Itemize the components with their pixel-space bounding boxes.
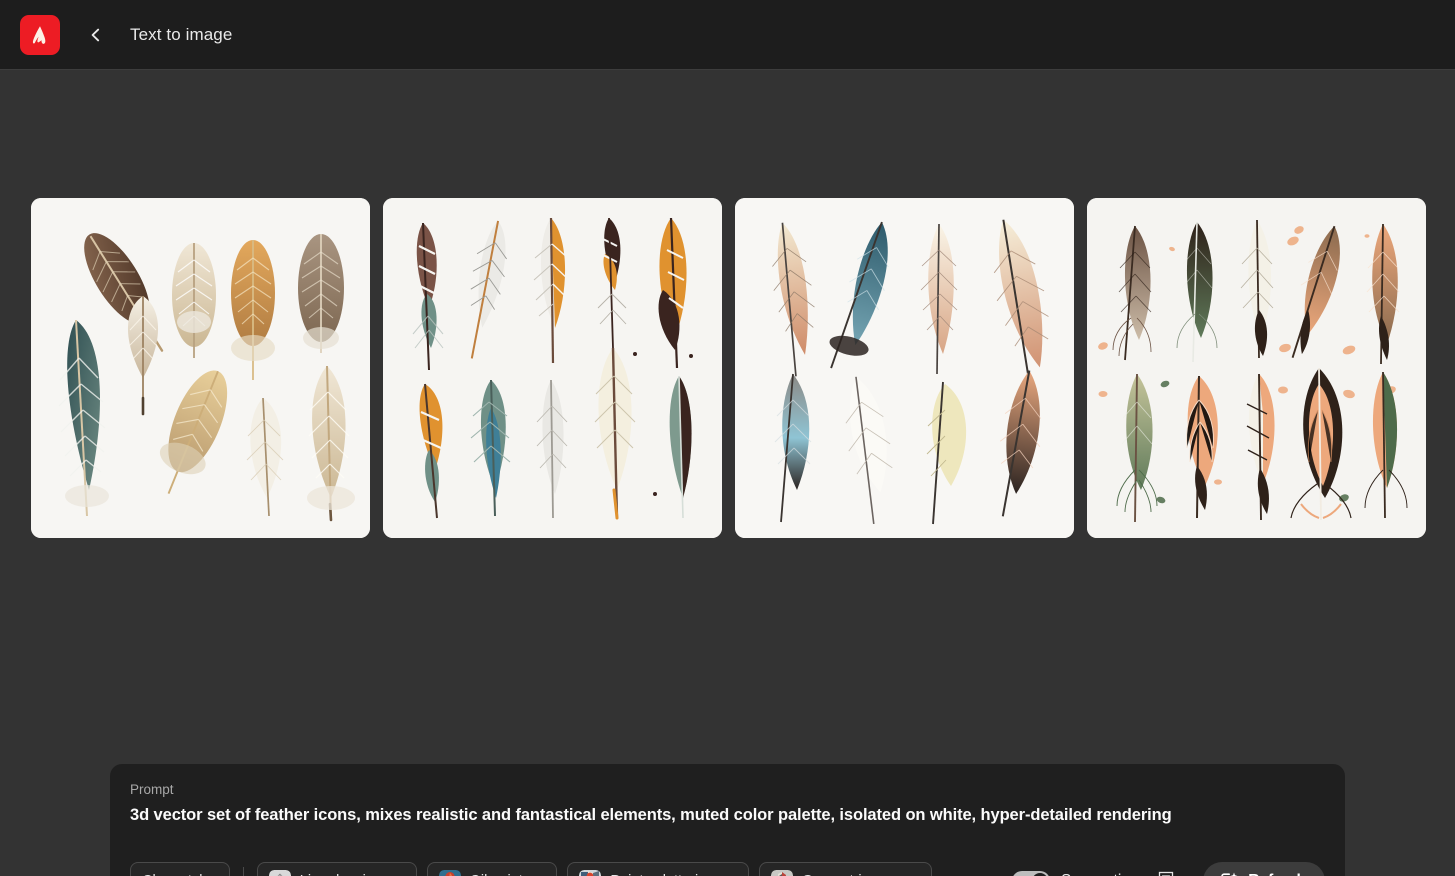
refresh-label: Refresh xyxy=(1248,872,1306,876)
magic-sparkle-icon xyxy=(1221,872,1238,876)
adobe-firefly-logo-icon xyxy=(32,25,46,44)
geometric-pen-thumb-icon xyxy=(770,870,793,876)
generated-image-3-art xyxy=(735,198,1074,538)
clear-styles-button[interactable]: Clear styles xyxy=(130,862,230,876)
paint-splattering-thumb-icon xyxy=(579,870,602,876)
line-drawing-thumb-icon xyxy=(268,870,291,876)
suggestions-toggle[interactable] xyxy=(1011,871,1050,876)
adobe-firefly-logo[interactable] xyxy=(20,14,60,55)
suggestions-group: Suggestions xyxy=(1011,870,1179,876)
generated-image-4-art xyxy=(1087,198,1426,538)
generated-image-3[interactable] xyxy=(735,198,1074,538)
generated-image-2[interactable] xyxy=(383,198,722,538)
style-chip-line-drawing[interactable]: Line drawing ✕ xyxy=(256,862,417,876)
results-grid xyxy=(31,198,1426,538)
style-chip-oil-paint[interactable]: Oil paint ✕ xyxy=(426,862,558,876)
prompt-label: Prompt xyxy=(130,782,174,797)
main-content: Prompt 3d vector set of feather icons, m… xyxy=(0,70,1455,876)
refresh-button[interactable]: Refresh xyxy=(1203,862,1325,876)
style-chip-geometric-pen[interactable]: Geometric pen ✕ xyxy=(758,862,932,876)
oil-paint-thumb-icon xyxy=(438,870,461,876)
back-button[interactable] xyxy=(82,21,110,49)
chevron-left-icon xyxy=(91,28,100,41)
prompt-text[interactable]: 3d vector set of feather icons, mixes re… xyxy=(130,806,1325,825)
generated-image-2-art xyxy=(383,198,722,538)
chip-divider xyxy=(242,867,244,876)
app-header: Text to image xyxy=(0,0,1455,70)
page-title: Text to image xyxy=(130,24,233,44)
style-chip-row: Clear styles Line drawing ✕ xyxy=(130,861,1325,876)
generated-image-1-art xyxy=(31,198,370,538)
generated-image-4[interactable] xyxy=(1087,198,1426,538)
suggestions-label: Suggestions xyxy=(1061,872,1146,876)
prompt-panel: Prompt 3d vector set of feather icons, m… xyxy=(110,764,1345,876)
style-chip-paint-splattering[interactable]: Paint splattering ✕ xyxy=(567,862,749,876)
generated-image-1[interactable] xyxy=(31,198,370,538)
text-suggestion-check-icon[interactable] xyxy=(1157,870,1179,876)
